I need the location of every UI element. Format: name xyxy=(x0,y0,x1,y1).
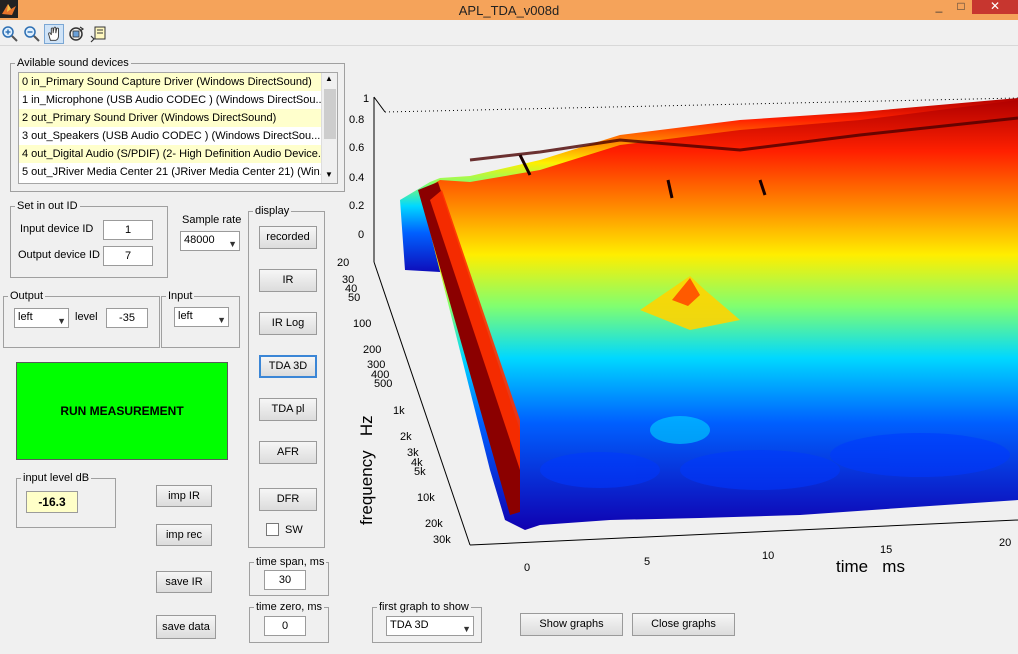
y-tick: 20 xyxy=(337,257,350,269)
z-tick: 0.8 xyxy=(349,114,365,126)
list-item[interactable]: 5 out_JRiver Media Center 21 (JRiver Med… xyxy=(19,163,322,181)
y-tick: 10k xyxy=(417,492,435,504)
first-graph-select[interactable]: TDA 3D ▼ xyxy=(386,616,474,636)
time-zero-legend: time zero, ms xyxy=(256,601,323,613)
dfr-button[interactable]: DFR xyxy=(259,488,317,511)
set-io-legend: Set in out ID xyxy=(17,200,78,212)
recorded-button[interactable]: recorded xyxy=(259,226,317,249)
show-graphs-button[interactable]: Show graphs xyxy=(520,613,623,636)
y-tick: 2k xyxy=(400,431,412,443)
x-tick: 20 xyxy=(999,537,1012,549)
time-span-legend: time span, ms xyxy=(256,556,325,568)
z-tick: 1 xyxy=(363,93,370,105)
data-cursor-icon[interactable] xyxy=(88,24,108,44)
x-axis-label: time ms xyxy=(836,557,905,576)
toolbar xyxy=(0,20,1018,46)
zoom-out-icon[interactable] xyxy=(22,24,42,44)
output-device-label: Output device ID xyxy=(18,249,100,261)
level-field[interactable]: -35 xyxy=(106,308,148,328)
sample-rate-value: 48000 xyxy=(184,234,215,246)
zoom-in-icon[interactable] xyxy=(0,24,20,44)
scroll-up-icon[interactable]: ▲ xyxy=(325,74,333,83)
y-tick: 5k xyxy=(414,466,426,478)
list-item[interactable]: 2 out_Primary Sound Driver (Windows Dire… xyxy=(19,109,322,127)
y-tick: 50 xyxy=(348,292,361,304)
level-label: level xyxy=(75,311,98,323)
sample-rate-label: Sample rate xyxy=(182,214,242,226)
y-tick: 100 xyxy=(353,318,372,330)
minimize-button[interactable]: _ xyxy=(928,0,950,14)
z-tick: 0.6 xyxy=(349,142,365,154)
y-axis-label: frequency Hz xyxy=(357,415,376,525)
waterfall-svg xyxy=(373,96,1018,546)
list-item[interactable]: 0 in_Primary Sound Capture Driver (Windo… xyxy=(19,73,322,91)
y-tick: 500 xyxy=(374,378,393,390)
scroll-down-icon[interactable]: ▼ xyxy=(325,170,333,179)
imp-ir-button[interactable]: imp IR xyxy=(156,485,212,507)
first-graph-legend: first graph to show xyxy=(379,601,469,613)
x-tick: 5 xyxy=(644,556,651,568)
ir-log-button[interactable]: IR Log xyxy=(259,312,317,335)
x-tick: 10 xyxy=(762,550,775,562)
output-legend: Output xyxy=(10,290,44,302)
afr-button[interactable]: AFR xyxy=(259,441,317,464)
input-level-display: -16.3 xyxy=(26,491,78,513)
chevron-down-icon: ▼ xyxy=(462,624,471,634)
sample-rate-select[interactable]: 48000 ▼ xyxy=(180,231,240,251)
run-measurement-button[interactable]: RUN MEASUREMENT xyxy=(16,362,228,460)
chevron-down-icon: ▼ xyxy=(217,315,226,325)
list-item[interactable]: 1 in_Microphone (USB Audio CODEC ) (Wind… xyxy=(19,91,322,109)
chevron-down-icon: ▼ xyxy=(228,239,237,249)
output-channel-value: left xyxy=(18,311,33,323)
window-title: APL_TDA_v008d xyxy=(458,3,560,18)
x-tick: 15 xyxy=(880,544,893,556)
input-channel-select[interactable]: left ▼ xyxy=(174,307,229,327)
input-device-label: Input device ID xyxy=(20,223,94,235)
close-graphs-button[interactable]: Close graphs xyxy=(632,613,735,636)
imp-rec-button[interactable]: imp rec xyxy=(156,524,212,546)
sw-checkbox[interactable] xyxy=(266,523,279,536)
z-tick: 0.4 xyxy=(349,172,365,184)
input-device-field[interactable]: 1 xyxy=(103,220,153,240)
display-legend: display xyxy=(255,205,290,217)
input-legend: Input xyxy=(168,290,193,302)
output-channel-select[interactable]: left ▼ xyxy=(14,308,69,328)
output-device-field[interactable]: 7 xyxy=(103,246,153,266)
chevron-down-icon: ▼ xyxy=(57,316,66,326)
y-tick: 200 xyxy=(363,344,382,356)
z-tick: 0.2 xyxy=(349,200,365,212)
list-item[interactable]: 3 out_Speakers (USB Audio CODEC ) (Windo… xyxy=(19,127,322,145)
save-data-button[interactable]: save data xyxy=(156,615,216,639)
x-tick: 0 xyxy=(524,562,531,574)
matlab-logo-icon xyxy=(0,0,18,18)
tda-pl-button[interactable]: TDA pl xyxy=(259,398,317,421)
first-graph-value: TDA 3D xyxy=(390,619,429,631)
maximize-button[interactable]: □ xyxy=(950,0,972,14)
device-listbox[interactable]: 0 in_Primary Sound Capture Driver (Windo… xyxy=(18,72,338,184)
rotate-3d-icon[interactable] xyxy=(66,24,86,44)
time-zero-field[interactable]: 0 xyxy=(264,616,306,636)
device-list-scrollbar[interactable]: ▲ ▼ xyxy=(321,73,337,183)
scroll-thumb[interactable] xyxy=(324,89,336,139)
tda-3d-button[interactable]: TDA 3D xyxy=(259,355,317,378)
tda-3d-plot[interactable]: 1 0.8 0.6 0.4 0.2 0 20 30 40 50 100 200 … xyxy=(337,85,1018,576)
ir-button[interactable]: IR xyxy=(259,269,317,292)
input-level-legend: input level dB xyxy=(23,472,90,484)
sw-label: SW xyxy=(285,524,303,536)
time-span-field[interactable]: 30 xyxy=(264,570,306,590)
pan-hand-icon[interactable] xyxy=(44,24,64,44)
list-item[interactable]: 4 out_Digital Audio (S/PDIF) (2- High De… xyxy=(19,145,322,163)
y-tick: 30k xyxy=(433,534,451,546)
input-channel-value: left xyxy=(178,310,193,322)
devices-legend: Avilable sound devices xyxy=(17,57,129,69)
save-ir-button[interactable]: save IR xyxy=(156,571,212,593)
y-tick: 1k xyxy=(393,405,405,417)
z-tick: 0 xyxy=(358,229,365,241)
y-tick: 20k xyxy=(425,518,443,530)
close-button[interactable]: ✕ xyxy=(972,0,1018,14)
title-bar: APL_TDA_v008d xyxy=(0,0,1018,20)
